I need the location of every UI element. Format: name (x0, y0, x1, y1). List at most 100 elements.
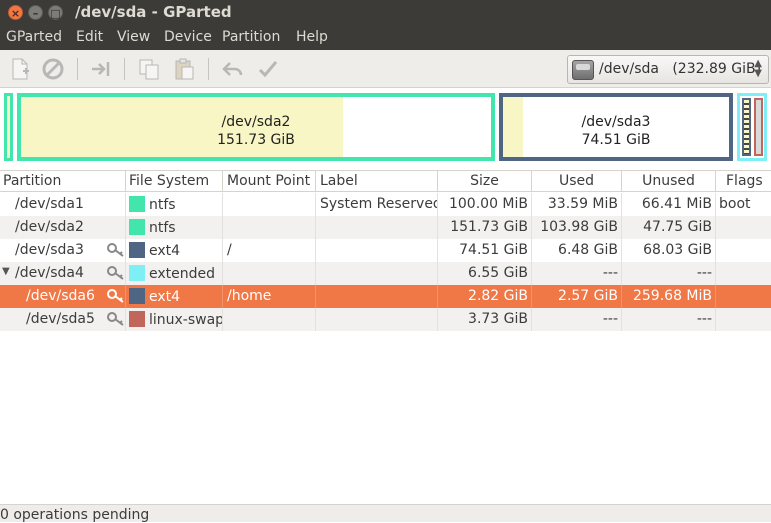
title-bar: × – □ /dev/sda - GParted (0, 0, 771, 26)
paste-icon[interactable] (172, 57, 196, 81)
row-partition: /dev/sda5 (0, 308, 126, 331)
col-label[interactable]: Label (316, 171, 438, 192)
fs-color-swatch (129, 242, 145, 258)
diskmap-sda4[interactable] (737, 93, 767, 161)
diskmap-sda5[interactable] (754, 98, 763, 156)
copy-icon[interactable] (137, 57, 161, 81)
partition-table: Partition File System Mount Point Label … (0, 170, 771, 504)
updown-arrow-icon: ▲ ▼ (754, 58, 762, 79)
row-mountpoint: /home (223, 285, 316, 308)
row-label: System Reserved (316, 193, 438, 216)
menu-edit[interactable]: Edit (76, 29, 103, 45)
toolbar: /dev/sda (232.89 GiB) ▲ ▼ (0, 50, 771, 88)
table-row[interactable]: /dev/sda1 ntfs System Reserved 100.00 Mi… (0, 193, 771, 216)
fs-color-swatch (129, 219, 145, 235)
row-used: 6.48 GiB (532, 239, 622, 262)
delete-icon[interactable] (41, 57, 65, 81)
row-mountpoint (223, 308, 316, 331)
diskmap-sda2-name: /dev/sda2 (221, 114, 291, 130)
diskmap-sda6[interactable] (742, 98, 751, 156)
row-filesystem: ntfs (126, 193, 223, 216)
row-filesystem: ext4 (126, 239, 223, 262)
device-selector[interactable]: /dev/sda (232.89 GiB) ▲ ▼ (567, 55, 769, 84)
row-label (316, 308, 438, 331)
row-flags (716, 262, 771, 285)
diskmap-sda3[interactable]: /dev/sda3 74.51 GiB (499, 93, 733, 161)
row-label (316, 239, 438, 262)
menu-help[interactable]: Help (296, 29, 328, 45)
fs-color-swatch (129, 265, 145, 281)
table-row[interactable]: /dev/sda5 linux-swap 3.73 GiB --- --- (0, 308, 771, 331)
table-row-selected[interactable]: /dev/sda6 ext4 /home 2.82 GiB 2.57 GiB 2… (0, 285, 771, 308)
row-mountpoint (223, 216, 316, 239)
col-size[interactable]: Size (438, 171, 532, 192)
row-used: --- (532, 262, 622, 285)
menu-view[interactable]: View (117, 29, 150, 45)
diskmap-sda3-name: /dev/sda3 (581, 114, 651, 130)
diskmap-sda3-size: 74.51 GiB (581, 132, 651, 148)
row-unused: --- (622, 262, 716, 285)
disk-map: /dev/sda2 151.73 GiB /dev/sda3 74.51 GiB (0, 88, 771, 169)
row-flags (716, 239, 771, 262)
resize-icon[interactable] (89, 57, 113, 81)
undo-icon[interactable] (221, 57, 245, 81)
key-icon (107, 289, 124, 303)
table-header: Partition File System Mount Point Label … (0, 170, 771, 192)
row-flags (716, 308, 771, 331)
fs-color-swatch (129, 288, 145, 304)
row-filesystem: ext4 (126, 285, 223, 308)
new-icon[interactable] (8, 57, 32, 81)
row-size: 151.73 GiB (438, 216, 532, 239)
row-label (316, 262, 438, 285)
row-size: 2.82 GiB (438, 285, 532, 308)
menu-bar: GParted Edit View Device Partition Help (0, 26, 771, 50)
menu-device[interactable]: Device (164, 29, 212, 45)
row-unused: --- (622, 308, 716, 331)
row-size: 3.73 GiB (438, 308, 532, 331)
row-partition: /dev/sda2 (0, 216, 126, 239)
apply-icon[interactable] (256, 57, 280, 81)
row-partition: /dev/sda1 (0, 193, 126, 216)
col-unused[interactable]: Unused (622, 171, 716, 192)
table-row[interactable]: /dev/sda2 ntfs 151.73 GiB 103.98 GiB 47.… (0, 216, 771, 239)
row-filesystem: linux-swap (126, 308, 223, 331)
row-size: 74.51 GiB (438, 239, 532, 262)
menu-gparted[interactable]: GParted (6, 29, 62, 45)
row-flags: boot (719, 196, 751, 212)
row-mountpoint (223, 262, 316, 285)
row-flags (716, 285, 771, 308)
col-filesystem[interactable]: File System (126, 171, 223, 192)
diskmap-sda1[interactable] (4, 93, 13, 161)
col-partition[interactable]: Partition (0, 171, 126, 192)
table-row[interactable]: ▼/dev/sda4 extended 6.55 GiB --- --- (0, 262, 771, 285)
menu-partition[interactable]: Partition (222, 29, 280, 45)
status-text: 0 operations pending (0, 507, 150, 523)
key-icon (107, 266, 124, 280)
row-filesystem: ntfs (126, 216, 223, 239)
col-flags[interactable]: Flags (716, 171, 771, 192)
window-maximize-button[interactable]: □ (48, 5, 63, 20)
row-unused: 66.41 MiB (622, 193, 716, 216)
col-mountpoint[interactable]: Mount Point (223, 171, 316, 192)
table-row[interactable]: /dev/sda3 ext4 / 74.51 GiB 6.48 GiB 68.0… (0, 239, 771, 262)
row-partition: /dev/sda3 (0, 239, 126, 262)
col-used[interactable]: Used (532, 171, 622, 192)
window-close-button[interactable]: × (8, 5, 23, 20)
harddisk-icon (572, 60, 594, 80)
row-size: 6.55 GiB (438, 262, 532, 285)
row-size: 100.00 MiB (438, 193, 532, 216)
status-bar: 0 operations pending (0, 504, 771, 523)
key-icon (107, 243, 124, 257)
row-unused: 259.68 MiB (622, 285, 716, 308)
row-used: 2.57 GiB (532, 285, 622, 308)
toolbar-separator (124, 58, 125, 80)
row-label (316, 285, 438, 308)
row-partition: /dev/sda6 (0, 285, 126, 308)
row-label (316, 216, 438, 239)
diskmap-sda2[interactable]: /dev/sda2 151.73 GiB (17, 93, 495, 161)
row-used: 33.59 MiB (532, 193, 622, 216)
device-selector-label: /dev/sda (232.89 GiB) (599, 61, 762, 77)
window-minimize-button[interactable]: – (28, 5, 43, 20)
fs-color-swatch (129, 196, 145, 212)
expander-triangle-icon[interactable]: ▼ (2, 266, 10, 277)
